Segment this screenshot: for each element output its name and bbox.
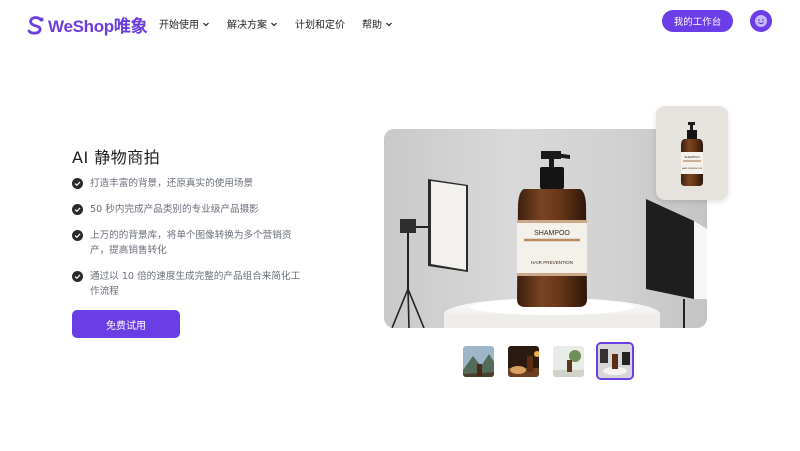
main-nav: 开始使用 解决方案 计划和定价 帮助 [159,16,393,31]
nav-item-label: 解决方案 [227,20,267,31]
feature-text: 通过以 10 倍的速度生成完整的产品组合来简化工作流程 [90,271,301,297]
top-nav-bar: WeShop唯象 开始使用 解决方案 计划和定价 帮助 我的工作台 [0,0,800,44]
chevron-down-icon [386,22,392,26]
brand-name: WeShop唯象 [48,17,148,36]
check-circle-icon [72,204,83,215]
check-circle-icon [72,271,83,282]
nav-item-solutions[interactable]: 解决方案 [227,16,278,31]
scene-thumbnails [461,342,634,380]
free-trial-button[interactable]: 免费试用 [72,310,180,338]
mountain-scene-image [463,346,494,377]
my-workbench-button[interactable]: 我的工作台 [662,10,733,32]
nav-item-pricing[interactable]: 计划和定价 [295,16,345,31]
shampoo-bottle: SHAMPOO HAIR PREVENTION [517,151,587,307]
user-avatar[interactable] [750,10,772,32]
thumbnail-studio-scene[interactable] [596,342,634,380]
product-inset-card: SHAMPOO HAIR PREVENTION [656,106,728,200]
nav-item-help[interactable]: 帮助 [362,16,393,31]
studio-scene-image [598,344,632,378]
nav-item-get-started[interactable]: 开始使用 [159,16,210,31]
chevron-down-icon [271,22,277,26]
feature-item: 通过以 10 倍的速度生成完整的产品组合来简化工作流程 [72,269,312,299]
feature-item: 上万的的背景库，将单个图像转换为多个营销资产，提高销售转化 [72,228,312,258]
hero-title: AI 静物商拍 [72,148,161,167]
inset-label-top: SHAMPOO [684,155,700,159]
right-softbox [646,199,707,328]
nav-item-label: 计划和定价 [295,20,345,31]
logo-icon [27,15,44,35]
check-circle-icon [72,230,83,241]
check-circle-icon [72,178,83,189]
bottle-label-bottom: HAIR PREVENTION [531,260,573,265]
food-scene-image [508,346,539,377]
inset-label-bottom: HAIR PREVENTION [682,167,702,170]
thumbnail-food-scene[interactable] [506,344,541,379]
feature-list: 打造丰富的背景，还原真实的使用场景 50 秒内完成产品类别的专业级产品摄影 上万… [72,176,312,310]
bathroom-scene-image [553,346,584,377]
feature-text: 上万的的背景库，将单个图像转换为多个营销资产，提高销售转化 [90,230,292,256]
chevron-down-icon [203,22,209,26]
feature-item: 打造丰富的背景，还原真实的使用场景 [72,176,312,191]
left-softbox [391,179,468,328]
feature-item: 50 秒内完成产品类别的专业级产品摄影 [72,202,312,217]
bottle-label-top: SHAMPOO [534,230,570,237]
smiley-avatar-icon [755,15,767,27]
thumbnail-mountain-scene[interactable] [461,344,496,379]
nav-item-label: 开始使用 [159,20,199,31]
brand-logo[interactable]: WeShop唯象 [26,12,148,37]
feature-text: 打造丰富的背景，还原真实的使用场景 [90,178,254,189]
page: WeShop唯象 开始使用 解决方案 计划和定价 帮助 我的工作台 AI 静物商… [0,0,800,451]
feature-text: 50 秒内完成产品类别的专业级产品摄影 [90,204,259,215]
inset-product-image: SHAMPOO HAIR PREVENTION [681,122,703,186]
thumbnail-bathroom-scene[interactable] [551,344,586,379]
nav-item-label: 帮助 [362,20,382,31]
